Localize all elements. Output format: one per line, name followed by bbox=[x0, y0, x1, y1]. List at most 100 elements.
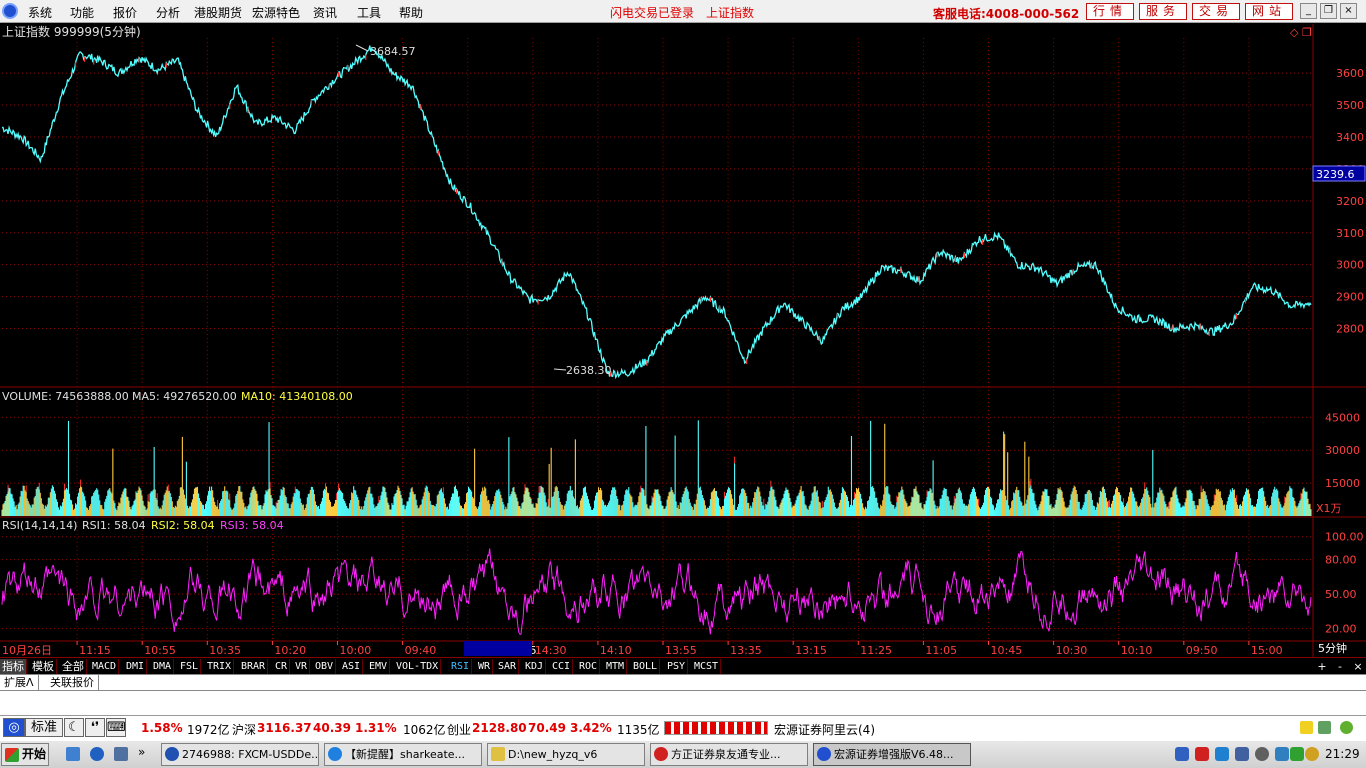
tray-security-icon[interactable] bbox=[1215, 747, 1229, 761]
volume-tick-label: 30000 bbox=[1325, 444, 1360, 457]
quicklaunch-ie-icon[interactable] bbox=[90, 747, 104, 761]
tab-indicator-trix[interactable]: TRIX bbox=[205, 659, 235, 674]
quicklaunch-more-icon[interactable]: » bbox=[138, 745, 145, 759]
tray-shield-icon[interactable] bbox=[1235, 747, 1249, 761]
chart-corner-icon[interactable]: ◇ ❐ bbox=[1290, 26, 1312, 39]
start-button[interactable]: 开始 bbox=[1, 743, 49, 766]
sh-amount: 1972亿 bbox=[187, 723, 230, 737]
tray-clock-icon[interactable] bbox=[1255, 747, 1269, 761]
zoom-out-button[interactable]: - bbox=[1332, 659, 1348, 674]
tab-indicator-sar[interactable]: SAR bbox=[496, 659, 520, 674]
tab-indicator-psy[interactable]: PSY bbox=[665, 659, 689, 674]
market-button[interactable]: 行情 bbox=[1086, 3, 1134, 20]
zoom-in-button[interactable]: + bbox=[1314, 659, 1330, 674]
menu-item-system[interactable]: 系统 bbox=[28, 4, 52, 21]
menu-item-function[interactable]: 功能 bbox=[70, 4, 94, 21]
cy-amount: 1135亿 bbox=[617, 723, 660, 737]
period-label[interactable]: 5分钟 bbox=[1318, 641, 1347, 655]
hs-label: 沪深 bbox=[232, 723, 257, 737]
cy-label: 创业 bbox=[447, 723, 472, 737]
rsi-series bbox=[1, 548, 1312, 635]
quicklaunch-window-icon[interactable] bbox=[114, 747, 128, 761]
tab-indicator-cr[interactable]: CR bbox=[273, 659, 291, 674]
tray-network-icon[interactable] bbox=[1175, 747, 1189, 761]
tab-indicator-obv[interactable]: OBV bbox=[313, 659, 337, 674]
x-tick-label: 14:30 bbox=[535, 644, 567, 657]
tab-extend[interactable]: 扩展Λ bbox=[0, 675, 39, 691]
tab-indicator-fsl[interactable]: FSL bbox=[178, 659, 202, 674]
restore-icon[interactable]: ❐ bbox=[1320, 3, 1337, 19]
rsi1-value: RSI1: 58.04 bbox=[82, 519, 146, 532]
tab-indicator-vr[interactable]: VR bbox=[293, 659, 311, 674]
tray-battery-icon[interactable] bbox=[1290, 747, 1304, 761]
menu-item-tools[interactable]: 工具 bbox=[357, 4, 381, 21]
rsi3-value: RSI3: 58.04 bbox=[220, 519, 284, 532]
app-small-logo-icon[interactable]: ◎ bbox=[3, 718, 25, 737]
cy-value: 2128.80 bbox=[472, 721, 527, 735]
rsi-line bbox=[1, 548, 1312, 635]
menu-item-hongyuan[interactable]: 宏源特色 bbox=[252, 4, 300, 21]
keyboard-icon[interactable]: ⌨ bbox=[106, 718, 126, 737]
task-browser[interactable]: 【新提醒】sharkeate... bbox=[324, 743, 482, 766]
close-panel-button[interactable]: × bbox=[1350, 659, 1366, 674]
rsi-tick-label: 100.00 bbox=[1325, 531, 1364, 544]
menu-item-hk-futures[interactable]: 港股期货 bbox=[194, 4, 242, 21]
tab-indicator-mcst[interactable]: MCST bbox=[692, 659, 722, 674]
service-button[interactable]: 服务 bbox=[1139, 3, 1187, 20]
price-tick-label: 3500 bbox=[1336, 99, 1364, 112]
tab-indicator-cci[interactable]: CCI bbox=[550, 659, 574, 674]
tab-indicator-指标[interactable]: 指标 bbox=[0, 659, 27, 674]
tab-indicator-模板[interactable]: 模板 bbox=[30, 659, 57, 674]
tab-indicator-asi[interactable]: ASI bbox=[340, 659, 364, 674]
signal-icon bbox=[1318, 721, 1331, 734]
quote-mark-icon[interactable]: ❛❜ bbox=[85, 718, 105, 737]
moon-icon[interactable]: ☾ bbox=[64, 718, 84, 737]
price-tick-label: 3000 bbox=[1336, 259, 1364, 272]
cursor-date-box bbox=[464, 641, 532, 656]
task-founder-icon bbox=[654, 747, 668, 761]
website-button[interactable]: 网站 bbox=[1245, 3, 1293, 20]
tab-indicator-dmi[interactable]: DMI bbox=[124, 659, 148, 674]
minimize-icon[interactable]: _ bbox=[1300, 3, 1317, 19]
quicklaunch-desktop-icon[interactable] bbox=[66, 747, 80, 761]
tab-indicator-roc[interactable]: ROC bbox=[577, 659, 601, 674]
tab-indicator-rsi[interactable]: RSI bbox=[449, 659, 473, 674]
menu-item-analysis[interactable]: 分析 bbox=[156, 4, 180, 21]
mode-standard-button[interactable]: 标准 bbox=[25, 718, 63, 737]
tray-speaker-icon[interactable] bbox=[1305, 747, 1319, 761]
menu-item-help[interactable]: 帮助 bbox=[399, 4, 423, 21]
tab-related-quote[interactable]: 关联报价 bbox=[46, 675, 99, 691]
task-hongyuan[interactable]: 宏源证券增强版V6.48... bbox=[813, 743, 971, 766]
rsi-tick-label: 80.00 bbox=[1325, 554, 1357, 567]
menu-item-news[interactable]: 资讯 bbox=[313, 4, 337, 21]
high-price-label: 3684.57 bbox=[370, 45, 416, 58]
kline-chart-area[interactable]: 10月26日11:1510:5510:3510:2010:0009:4001/1… bbox=[0, 24, 1366, 657]
price-tick-label: 3200 bbox=[1336, 195, 1364, 208]
tab-indicator-boll[interactable]: BOLL bbox=[631, 659, 661, 674]
rsi-tick-label: 20.00 bbox=[1325, 623, 1357, 636]
tab-indicator-kdj[interactable]: KDJ bbox=[523, 659, 547, 674]
task-folder[interactable]: D:\new_hyzq_v6 bbox=[487, 743, 645, 766]
task-founder[interactable]: 方正证券泉友通专业... bbox=[650, 743, 808, 766]
price-tick-label: 2900 bbox=[1336, 291, 1364, 304]
trade-button[interactable]: 交易 bbox=[1192, 3, 1240, 20]
tray-sync-icon[interactable] bbox=[1275, 747, 1289, 761]
tab-indicator-vol-tdx[interactable]: VOL-TDX bbox=[394, 659, 442, 674]
menu-bar: 系统 功能 报价 分析 港股期货 宏源特色 资讯 工具 帮助 闪电交易已登录 上… bbox=[0, 0, 1366, 23]
tab-indicator-dma[interactable]: DMA bbox=[151, 659, 175, 674]
notice-icon[interactable] bbox=[1300, 721, 1313, 734]
tab-indicator-brar[interactable]: BRAR bbox=[239, 659, 269, 674]
tab-indicator-emv[interactable]: EMV bbox=[367, 659, 391, 674]
close-icon[interactable]: × bbox=[1340, 3, 1357, 19]
tab-indicator-wr[interactable]: WR bbox=[476, 659, 494, 674]
menu-item-quote[interactable]: 报价 bbox=[113, 4, 137, 21]
tab-indicator-mtm[interactable]: MTM bbox=[604, 659, 628, 674]
chart-grid bbox=[0, 24, 1366, 657]
tab-indicator-全部[interactable]: 全部 bbox=[60, 659, 87, 674]
tab-indicator-macd[interactable]: MACD bbox=[90, 659, 120, 674]
task-fxcm[interactable]: 2746988: FXCM-USDDe... bbox=[161, 743, 319, 766]
tray-app-icon[interactable] bbox=[1195, 747, 1209, 761]
x-tick-label: 11:15 bbox=[79, 644, 111, 657]
x-tick-label: 10:00 bbox=[340, 644, 372, 657]
volume-unit: X1万 bbox=[1316, 502, 1342, 515]
